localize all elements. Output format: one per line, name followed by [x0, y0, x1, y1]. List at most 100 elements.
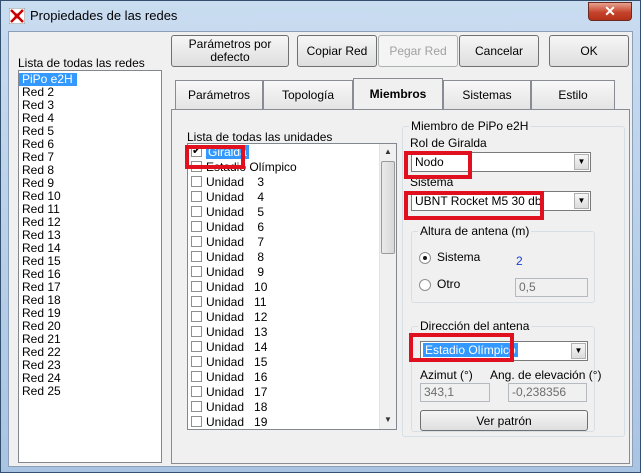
unit-label: Unidad 14 [206, 340, 268, 354]
scroll-up-arrow[interactable]: ▲ [380, 144, 396, 160]
unit-list-item[interactable]: Unidad 11 [188, 295, 378, 310]
unit-list-item[interactable]: Unidad 13 [188, 325, 378, 340]
elevation-field: -0,238356 [508, 383, 587, 402]
unit-list-item[interactable]: Unidad 6 [188, 220, 378, 235]
elevation-label: Ang. de elevación (°) [490, 368, 602, 382]
tab-miembros[interactable]: Miembros [353, 78, 443, 109]
antenna-height-group: Altura de antena (m) Sistema 2 Otro 0,5 [411, 224, 595, 303]
unit-checkbox[interactable] [191, 401, 202, 413]
unit-checkbox[interactable] [191, 341, 202, 353]
unit-label: Estadio Olímpico [206, 160, 297, 174]
unit-checkbox[interactable] [191, 311, 202, 323]
scroll-down-arrow[interactable]: ▼ [380, 412, 396, 428]
unit-list-item[interactable]: Unidad 3 [188, 175, 378, 190]
chevron-down-icon[interactable]: ▼ [574, 193, 589, 209]
paste-network-button[interactable]: Pegar Red [378, 35, 458, 67]
unit-checkbox[interactable] [191, 296, 202, 308]
unit-checkbox[interactable] [191, 206, 202, 218]
unit-label: Unidad 9 [206, 265, 265, 279]
unit-label: Unidad 12 [206, 310, 268, 324]
networks-listbox[interactable]: PiPo e2H Red 2 Red 3 Red 4 Red 5 Red 6 Red 7 Re… [18, 70, 162, 463]
cancel-button[interactable]: Cancelar [459, 35, 539, 67]
unit-checkbox[interactable] [191, 281, 202, 293]
unit-label: Unidad 8 [206, 250, 265, 264]
role-value: Nodo [415, 155, 444, 169]
unit-label: Unidad 13 [206, 325, 268, 339]
unit-label: Unidad 5 [206, 205, 265, 219]
default-parameters-button[interactable]: Parámetros por defecto [171, 35, 289, 67]
unit-label: Unidad 10 [206, 280, 268, 294]
unit-checkbox[interactable] [191, 161, 202, 173]
antenna-direction-group: Dirección del antena Estadio Olímpico ▼ … [411, 319, 602, 432]
system-dropdown[interactable]: UBNT Rocket M5 30 dbi ▼ [411, 191, 591, 211]
role-label: Rol de Giralda [410, 136, 487, 150]
unit-list-item[interactable]: Unidad 12 [188, 310, 378, 325]
unit-list-item[interactable]: Unidad 16 [188, 370, 378, 385]
unit-list-item[interactable]: Unidad 14 [188, 340, 378, 355]
unit-checkbox[interactable] [191, 326, 202, 338]
unit-list-item[interactable]: Unidad 10 [188, 280, 378, 295]
unit-list-item[interactable]: Unidad 19 [188, 415, 378, 429]
unit-label: Unidad 11 [206, 295, 267, 309]
other-height-input[interactable]: 0,5 [515, 278, 588, 297]
close-button[interactable]: ✕ [588, 2, 632, 21]
radio-system[interactable] [419, 252, 431, 264]
unit-list-item[interactable]: Giralda [188, 144, 378, 160]
tab-topolog-a[interactable]: Topología [263, 80, 353, 109]
azimuth-field: 343,1 [420, 383, 490, 402]
unit-label: Unidad 6 [206, 220, 265, 234]
unit-checkbox[interactable] [191, 371, 202, 383]
unit-label: Unidad 17 [206, 385, 268, 399]
unit-checkbox[interactable] [191, 236, 202, 248]
unit-list-item[interactable]: Unidad 7 [188, 235, 378, 250]
unit-checkbox[interactable] [191, 266, 202, 278]
chevron-down-icon[interactable]: ▼ [571, 343, 586, 359]
title-bar[interactable]: Propiedades de las redes ✕ [1, 1, 640, 31]
unit-list-item[interactable]: Estadio Olímpico [188, 160, 378, 175]
network-list-item[interactable]: Red 25 [19, 385, 161, 398]
chevron-down-icon[interactable]: ▼ [574, 154, 589, 170]
copy-network-button[interactable]: Copiar Red [297, 35, 377, 67]
units-items: GiraldaEstadio OlímpicoUnidad 3Unidad 4U… [188, 144, 378, 429]
unit-list-item[interactable]: Unidad 15 [188, 355, 378, 370]
unit-list-item[interactable]: Unidad 17 [188, 385, 378, 400]
ok-button[interactable]: OK [549, 35, 629, 67]
unit-label: Unidad 16 [206, 370, 268, 384]
window-title: Propiedades de las redes [30, 8, 178, 23]
tab-sistemas[interactable]: Sistemas [443, 80, 531, 109]
unit-list-item[interactable]: Unidad 5 [188, 205, 378, 220]
unit-checkbox[interactable] [191, 144, 202, 159]
units-scrollbar[interactable]: ▲ ▼ [379, 144, 396, 429]
unit-checkbox[interactable] [191, 191, 202, 203]
scroll-thumb[interactable] [381, 161, 395, 254]
unit-checkbox[interactable] [191, 176, 202, 188]
unit-label: Unidad 15 [206, 355, 268, 369]
role-dropdown[interactable]: Nodo ▼ [411, 152, 591, 172]
unit-checkbox[interactable] [191, 386, 202, 398]
unit-list-item[interactable]: Unidad 8 [188, 250, 378, 265]
tab-control: Parámetros Topología Miembros Sistemas Estil… [171, 72, 631, 464]
unit-list-item[interactable]: Unidad 18 [188, 400, 378, 415]
network-app-icon [9, 8, 25, 24]
tab-estilo[interactable]: Estilo [531, 80, 615, 109]
member-group-title: Miembro de PiPo e2H [409, 119, 531, 133]
view-pattern-button[interactable]: Ver patrón [420, 410, 588, 431]
unit-checkbox[interactable] [191, 251, 202, 263]
tab-strip: Parámetros Topología Miembros Sistemas Estil… [175, 78, 625, 109]
radio-other[interactable] [419, 279, 431, 291]
unit-checkbox[interactable] [191, 416, 202, 428]
unit-checkbox[interactable] [191, 356, 202, 368]
unit-list-item[interactable]: Unidad 4 [188, 190, 378, 205]
direction-dropdown[interactable]: Estadio Olímpico ▼ [420, 341, 588, 361]
system-height-value: 2 [516, 254, 523, 268]
unit-label: Unidad 4 [206, 190, 265, 204]
antenna-height-title: Altura de antena (m) [418, 224, 532, 238]
unit-label: Unidad 3 [206, 175, 265, 189]
unit-checkbox[interactable] [191, 221, 202, 233]
tab-page-members: Lista de todas las unidades GiraldaEstad… [171, 109, 630, 464]
tab-par-metros[interactable]: Parámetros [175, 80, 263, 109]
direction-value: Estadio Olímpico [423, 343, 518, 357]
dialog-window: Propiedades de las redes ✕ Parámetros po… [0, 0, 641, 473]
unit-list-item[interactable]: Unidad 9 [188, 265, 378, 280]
units-listbox[interactable]: GiraldaEstadio OlímpicoUnidad 3Unidad 4U… [187, 143, 397, 430]
